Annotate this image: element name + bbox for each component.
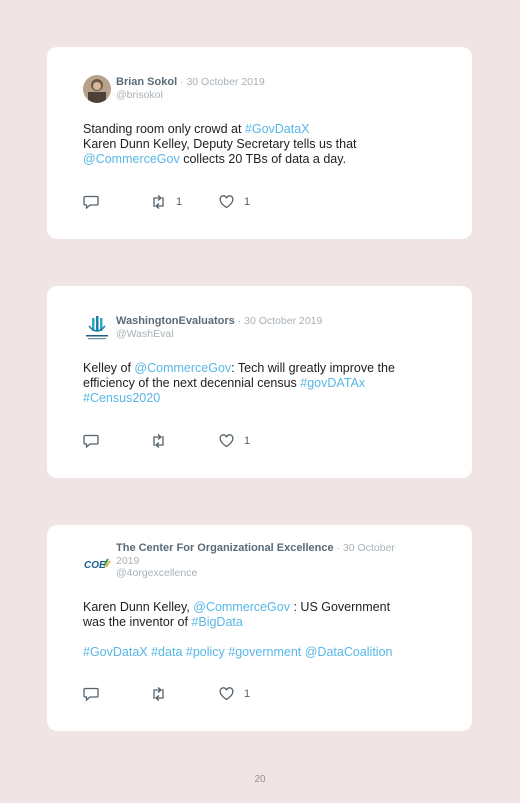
hashtag-link[interactable]: #government	[228, 645, 301, 659]
author-name[interactable]: Brian Sokol	[116, 76, 177, 88]
tweet-text: Kelley of @CommerceGov: Tech will greatl…	[83, 361, 436, 406]
text-segment: Standing room only crowd at	[83, 122, 245, 136]
tweet-text: Karen Dunn Kelley, @CommerceGov : US Gov…	[83, 600, 436, 660]
hashtag-link[interactable]: #BigData	[191, 615, 242, 629]
text-segment: : Tech will greatly improve the	[231, 361, 395, 375]
like-count: 1	[244, 688, 251, 700]
like-button[interactable]: 1	[219, 434, 250, 448]
reply-button[interactable]	[83, 195, 150, 209]
tweet-date[interactable]: · 30 October	[337, 542, 395, 554]
tweet-card: WashingtonEvaluators · 30 October 2019 @…	[47, 286, 472, 478]
tweet-card: Brian Sokol · 30 October 2019 @brisokol …	[47, 47, 472, 239]
tweet-date[interactable]: · 30 October 2019	[238, 315, 323, 327]
mention-link[interactable]: @DataCoalition	[305, 645, 393, 659]
hashtag-link[interactable]: #Census2020	[83, 391, 436, 406]
like-icon	[219, 434, 234, 448]
hashtag-link[interactable]: #data	[151, 645, 182, 659]
text-segment: Karen Dunn Kelley, Deputy Secretary tell…	[83, 137, 357, 151]
mention-link[interactable]: @CommerceGov	[193, 600, 290, 614]
like-count: 1	[244, 196, 251, 208]
tweet-text: Standing room only crowd at #GovDataX Ka…	[83, 122, 436, 167]
retweet-icon	[150, 434, 167, 448]
page-number: 20	[254, 774, 266, 785]
tweet-actions: 1	[83, 686, 250, 702]
mention-link[interactable]: @CommerceGov	[83, 152, 180, 166]
author-handle[interactable]: @brisokol	[116, 89, 436, 102]
hashtag-link[interactable]: #govDATAx	[300, 376, 365, 390]
hashtag-list: #GovDataX #data #policy #government @Dat…	[83, 645, 436, 660]
tweet-header: COE The Center For Organizational Excell…	[83, 541, 436, 581]
reply-icon	[83, 434, 99, 448]
retweet-button[interactable]: 1	[150, 195, 219, 209]
retweet-button[interactable]	[150, 434, 219, 448]
tweet-actions: 1	[83, 433, 250, 449]
reply-icon	[83, 195, 99, 209]
text-segment: was the inventor of	[83, 615, 192, 629]
tweet-meta: The Center For Organizational Excellence…	[116, 542, 436, 580]
text-segment: efficiency of the next decennial census	[83, 376, 301, 390]
like-button[interactable]: 1	[219, 195, 250, 209]
reply-icon	[83, 687, 99, 701]
text-segment: collects 20 TBs of data a day.	[179, 152, 347, 166]
author-name[interactable]: The Center For Organizational Excellence	[116, 542, 334, 554]
tweet-actions: 1 1	[83, 194, 250, 210]
like-count: 1	[244, 435, 251, 447]
mention-link[interactable]: @CommerceGov	[134, 361, 231, 375]
avatar[interactable]	[83, 75, 111, 103]
like-icon	[219, 687, 234, 701]
retweet-icon	[150, 687, 167, 701]
avatar[interactable]	[83, 314, 111, 342]
tweet-meta: WashingtonEvaluators · 30 October 2019 @…	[116, 315, 436, 341]
tweet-date[interactable]: · 30 October 2019	[180, 76, 265, 88]
text-segment: Karen Dunn Kelley,	[83, 600, 194, 614]
author-handle[interactable]: @WashEval	[116, 328, 436, 341]
tweet-date-year[interactable]: 2019	[116, 555, 436, 568]
text-segment: Kelley of	[83, 361, 135, 375]
avatar[interactable]: COE	[83, 553, 113, 575]
tweet-card: COE The Center For Organizational Excell…	[47, 525, 472, 731]
reply-button[interactable]	[83, 434, 150, 448]
hashtag-link[interactable]: #GovDataX	[245, 122, 310, 136]
tweet-header: WashingtonEvaluators · 30 October 2019 @…	[83, 314, 436, 346]
text-segment: : US Government	[290, 600, 391, 614]
retweet-icon	[150, 195, 167, 209]
like-button[interactable]: 1	[219, 687, 250, 701]
logo-text: COE	[84, 560, 106, 571]
hashtag-link[interactable]: #GovDataX	[83, 645, 148, 659]
tweet-header: Brian Sokol · 30 October 2019 @brisokol	[83, 75, 436, 107]
reply-button[interactable]	[83, 687, 150, 701]
author-name[interactable]: WashingtonEvaluators	[116, 315, 235, 327]
author-handle[interactable]: @4orgexcellence	[116, 567, 436, 580]
hashtag-link[interactable]: #policy	[186, 645, 225, 659]
retweet-count: 1	[176, 196, 183, 208]
like-icon	[219, 195, 234, 209]
retweet-button[interactable]	[150, 687, 219, 701]
tweet-meta: Brian Sokol · 30 October 2019 @brisokol	[116, 76, 436, 102]
